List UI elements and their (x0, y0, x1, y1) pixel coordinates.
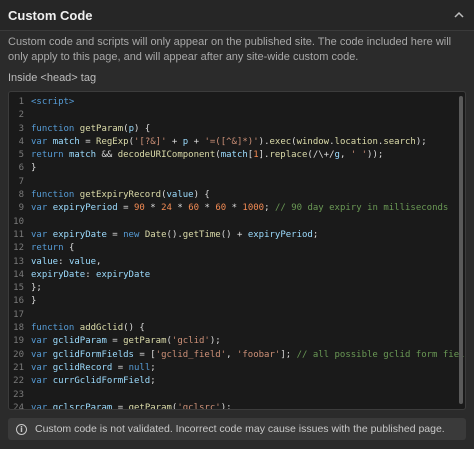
line-number: 21 (13, 362, 24, 373)
code-text[interactable]: var expiryPeriod = 90 * 24 * 60 * 60 * 1… (31, 202, 448, 215)
line-number: 14 (13, 269, 24, 280)
code-line[interactable]: 21 var gclidRecord = null; (9, 362, 457, 375)
code-line[interactable]: 13 value: value, (9, 256, 457, 269)
code-line[interactable]: 24 var gclsrcParam = getParam('gclsrc'); (9, 402, 457, 410)
code-text[interactable]: }; (31, 282, 42, 295)
line-number: 1 (18, 97, 24, 107)
line-number: 19 (13, 336, 24, 347)
code-text[interactable]: var gclidRecord = null; (31, 362, 156, 375)
code-line[interactable]: 5 return match && decodeURIComponent(matc… (9, 149, 457, 162)
code-text[interactable]: var gclsrcParam = getParam('gclsrc'); (31, 402, 232, 409)
code-text[interactable]: return match && decodeURIComponent(match… (31, 149, 383, 162)
code-editor[interactable]: 1 <script> 2 3 function getParam(p) {4 var ma… (8, 91, 466, 410)
code-text[interactable]: value: value, (31, 256, 101, 269)
notice-text: Custom code is not validated. Incorrect … (35, 423, 445, 435)
code-line[interactable]: 8 function getExpiryRecord(value) { (9, 189, 457, 202)
code-line[interactable]: 16} (9, 295, 457, 308)
code-text[interactable]: expiryDate: expiryDate (31, 269, 150, 282)
code-text[interactable]: function addGclid() { (31, 322, 145, 335)
validation-notice: i Custom code is not validated. Incorrec… (8, 418, 466, 440)
code-line[interactable]: 4 var match = RegExp('[?&]' + p + '=([^&]… (9, 136, 457, 149)
line-number: 16 (13, 296, 24, 307)
line-number: 9 (18, 203, 24, 214)
code-line[interactable]: 23 (9, 389, 457, 402)
line-number: 24 (13, 402, 24, 410)
panel-title: Custom Code (8, 7, 93, 23)
code-text[interactable]: var gclidFormFields = ['gclid_field', 'f… (31, 349, 465, 362)
line-number: 5 (18, 150, 24, 161)
code-line[interactable]: 1 <script> (9, 96, 457, 109)
code-text[interactable]: } (31, 295, 36, 308)
code-text[interactable]: function getParam(p) { (31, 123, 150, 136)
chevron-up-icon[interactable] (452, 8, 466, 22)
code-lines: 1 <script> 2 3 function getParam(p) {4 var ma… (9, 96, 465, 410)
code-line[interactable]: 9 var expiryPeriod = 90 * 24 * 60 * 60 * … (9, 202, 457, 215)
panel-description: Custom code and scripts will only appear… (8, 36, 452, 63)
code-line[interactable]: 17 (9, 309, 457, 322)
code-line[interactable]: 15}; (9, 282, 457, 295)
line-number: 13 (13, 256, 24, 267)
line-number: 22 (13, 376, 24, 387)
code-text[interactable]: function getExpiryRecord(value) { (31, 189, 210, 202)
code-line[interactable]: 19 var gclidParam = getParam('gclid'); (9, 335, 457, 348)
line-number: 12 (13, 243, 24, 254)
code-line[interactable]: 7 (9, 176, 457, 189)
code-line[interactable]: 22 var currGclidFormField; (9, 375, 457, 388)
line-number: 7 (18, 176, 24, 187)
line-number: 20 (13, 349, 24, 360)
code-line[interactable]: 20 var gclidFormFields = ['gclid_field', … (9, 349, 465, 362)
editor-scrollbar[interactable] (459, 96, 463, 404)
code-line[interactable]: 12 return { (9, 242, 457, 255)
line-number: 6 (18, 163, 24, 174)
line-number: 10 (13, 216, 24, 227)
code-line[interactable]: 18 function addGclid() { (9, 322, 457, 335)
code-text[interactable]: <script> (31, 96, 74, 109)
code-text[interactable]: var gclidParam = getParam('gclid'); (31, 335, 221, 348)
line-number: 15 (13, 283, 24, 294)
code-line[interactable]: 10 (9, 216, 457, 229)
head-tag-label: Inside <head> tag (8, 72, 97, 84)
line-number: 3 (18, 123, 24, 134)
panel-header[interactable]: Custom Code (0, 0, 474, 31)
code-line[interactable]: 14 expiryDate: expiryDate (9, 269, 457, 282)
code-line[interactable]: 2 (9, 109, 457, 122)
line-number: 2 (18, 110, 24, 121)
code-text[interactable]: return { (31, 242, 74, 255)
line-number: 23 (13, 389, 24, 400)
code-text[interactable]: var expiryDate = new Date().getTime() + … (31, 229, 318, 242)
line-number: 17 (13, 309, 24, 320)
line-number: 4 (18, 136, 24, 147)
code-text[interactable]: var match = RegExp('[?&]' + p + '=([^&]*… (31, 136, 427, 149)
info-icon: i (16, 423, 27, 435)
code-line[interactable]: 3 function getParam(p) { (9, 123, 457, 136)
code-text[interactable]: } (31, 162, 36, 175)
line-number: 8 (18, 190, 24, 201)
code-line[interactable]: 11 var expiryDate = new Date().getTime() … (9, 229, 457, 242)
line-number: 18 (13, 323, 24, 334)
code-text[interactable]: var currGclidFormField; (31, 375, 156, 388)
code-line[interactable]: 6} (9, 162, 457, 175)
line-number: 11 (13, 229, 24, 240)
